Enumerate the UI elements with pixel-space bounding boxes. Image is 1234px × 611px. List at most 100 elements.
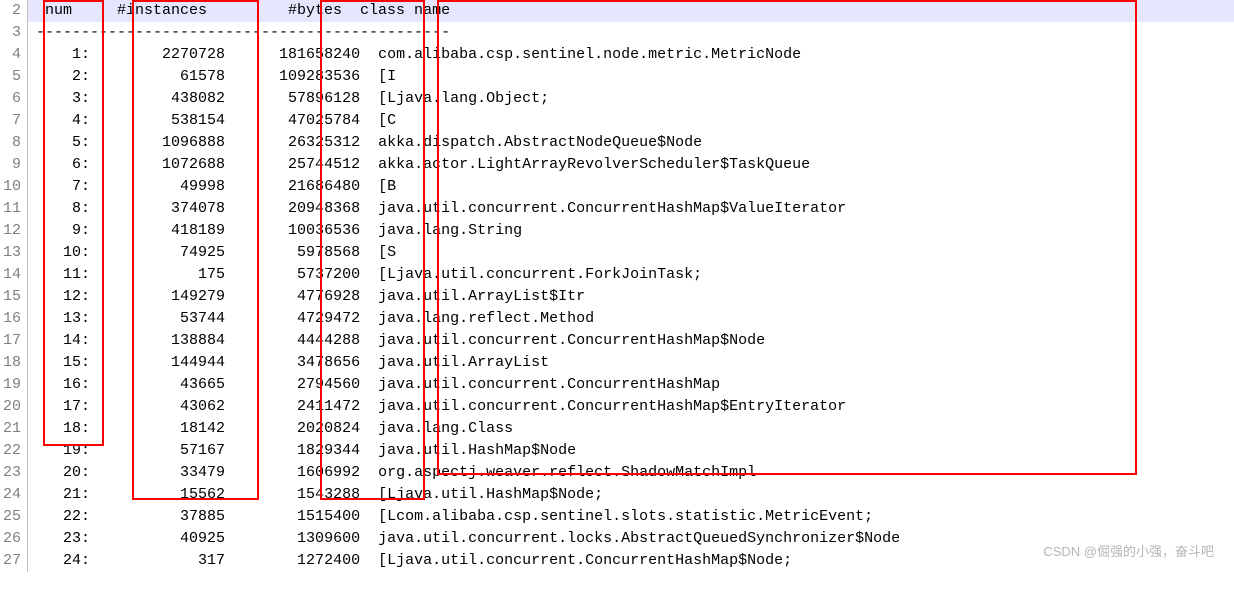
line-number: 12 [2, 220, 21, 242]
cell-classname: java.util.ArrayList$Itr [378, 288, 585, 305]
line-number: 8 [2, 132, 21, 154]
line-number: 18 [2, 352, 21, 374]
cell-bytes: 5737200 [225, 266, 360, 283]
cell-num: 7: [36, 178, 90, 195]
cell-num: 10: [36, 244, 90, 261]
cell-instances: 74925 [90, 244, 225, 261]
table-row: 10: 74925 5978568 [S [28, 242, 1234, 264]
cell-classname: [Lcom.alibaba.csp.sentinel.slots.statist… [378, 508, 873, 525]
cell-num: 19: [36, 442, 90, 459]
table-row: 14: 138884 4444288 java.util.concurrent.… [28, 330, 1234, 352]
line-number: 25 [2, 506, 21, 528]
line-number: 24 [2, 484, 21, 506]
cell-instances: 149279 [90, 288, 225, 305]
cell-instances: 317 [90, 552, 225, 569]
table-row: 6: 1072688 25744512 akka.actor.LightArra… [28, 154, 1234, 176]
cell-num: 1: [36, 46, 90, 63]
line-number: 4 [2, 44, 21, 66]
cell-classname: java.util.concurrent.locks.AbstractQueue… [378, 530, 900, 547]
cell-bytes: 47025784 [225, 112, 360, 129]
cell-instances: 33479 [90, 464, 225, 481]
cell-num: 24: [36, 552, 90, 569]
code-content: num #instances #bytes class name--------… [28, 0, 1234, 572]
cell-num: 22: [36, 508, 90, 525]
line-number: 22 [2, 440, 21, 462]
line-number: 17 [2, 330, 21, 352]
cell-num: 20: [36, 464, 90, 481]
cell-classname: akka.actor.LightArrayRevolverScheduler$T… [378, 156, 810, 173]
cell-classname: org.aspectj.weaver.reflect.ShadowMatchIm… [378, 464, 756, 481]
line-number: 15 [2, 286, 21, 308]
cell-classname: java.util.concurrent.ConcurrentHashMap$N… [378, 332, 765, 349]
cell-num: 12: [36, 288, 90, 305]
cell-num: 23: [36, 530, 90, 547]
cell-num: 5: [36, 134, 90, 151]
cell-classname: java.util.concurrent.ConcurrentHashMap$V… [378, 200, 846, 217]
cell-bytes: 4729472 [225, 310, 360, 327]
table-row: 21: 15562 1543288 [Ljava.util.HashMap$No… [28, 484, 1234, 506]
cell-instances: 49998 [90, 178, 225, 195]
code-line: num #instances #bytes class name [28, 0, 1234, 22]
table-row: 3: 438082 57896128 [Ljava.lang.Object; [28, 88, 1234, 110]
cell-bytes: 2020824 [225, 420, 360, 437]
table-row: 9: 418189 10036536 java.lang.String [28, 220, 1234, 242]
table-row: 13: 53744 4729472 java.lang.reflect.Meth… [28, 308, 1234, 330]
cell-classname: [I [378, 68, 396, 85]
cell-num: 14: [36, 332, 90, 349]
line-number: 23 [2, 462, 21, 484]
line-number: 14 [2, 264, 21, 286]
cell-num: 3: [36, 90, 90, 107]
cell-classname: java.util.HashMap$Node [378, 442, 576, 459]
cell-num: 15: [36, 354, 90, 371]
cell-instances: 43665 [90, 376, 225, 393]
line-number: 20 [2, 396, 21, 418]
cell-num: 17: [36, 398, 90, 415]
line-number: 2 [2, 0, 21, 22]
cell-instances: 1096888 [90, 134, 225, 151]
line-number: 26 [2, 528, 21, 550]
line-number-gutter: 2345678910111213141516171819202122232425… [0, 0, 28, 572]
cell-classname: [Ljava.util.concurrent.ForkJoinTask; [378, 266, 702, 283]
cell-num: 6: [36, 156, 90, 173]
line-number: 3 [2, 22, 21, 44]
cell-bytes: 10036536 [225, 222, 360, 239]
cell-bytes: 1543288 [225, 486, 360, 503]
cell-bytes: 26325312 [225, 134, 360, 151]
cell-instances: 57167 [90, 442, 225, 459]
cell-bytes: 25744512 [225, 156, 360, 173]
cell-bytes: 20948368 [225, 200, 360, 217]
cell-instances: 43062 [90, 398, 225, 415]
table-row: 23: 40925 1309600 java.util.concurrent.l… [28, 528, 1234, 550]
cell-bytes: 181658240 [225, 46, 360, 63]
cell-classname: java.util.concurrent.ConcurrentHashMap$E… [378, 398, 846, 415]
cell-instances: 61578 [90, 68, 225, 85]
cell-bytes: 4444288 [225, 332, 360, 349]
code-editor: 2345678910111213141516171819202122232425… [0, 0, 1234, 572]
cell-instances: 144944 [90, 354, 225, 371]
table-row: 11: 175 5737200 [Ljava.util.concurrent.F… [28, 264, 1234, 286]
line-number: 11 [2, 198, 21, 220]
cell-num: 11: [36, 266, 90, 283]
line-number: 13 [2, 242, 21, 264]
cell-bytes: 5978568 [225, 244, 360, 261]
cell-classname: [C [378, 112, 396, 129]
table-row: 17: 43062 2411472 java.util.concurrent.C… [28, 396, 1234, 418]
cell-num: 13: [36, 310, 90, 327]
table-row: 4: 538154 47025784 [C [28, 110, 1234, 132]
cell-instances: 374078 [90, 200, 225, 217]
table-row: 22: 37885 1515400 [Lcom.alibaba.csp.sent… [28, 506, 1234, 528]
cell-instances: 538154 [90, 112, 225, 129]
cell-classname: [Ljava.util.HashMap$Node; [378, 486, 603, 503]
cell-instances: 175 [90, 266, 225, 283]
cell-bytes: 1829344 [225, 442, 360, 459]
code-line: ----------------------------------------… [28, 22, 1234, 44]
table-row: 7: 49998 21686480 [B [28, 176, 1234, 198]
cell-instances: 15562 [90, 486, 225, 503]
table-row: 2: 61578 109283536 [I [28, 66, 1234, 88]
cell-bytes: 4776928 [225, 288, 360, 305]
cell-bytes: 1515400 [225, 508, 360, 525]
cell-num: 16: [36, 376, 90, 393]
cell-instances: 53744 [90, 310, 225, 327]
table-row: 20: 33479 1606992 org.aspectj.weaver.ref… [28, 462, 1234, 484]
cell-num: 18: [36, 420, 90, 437]
